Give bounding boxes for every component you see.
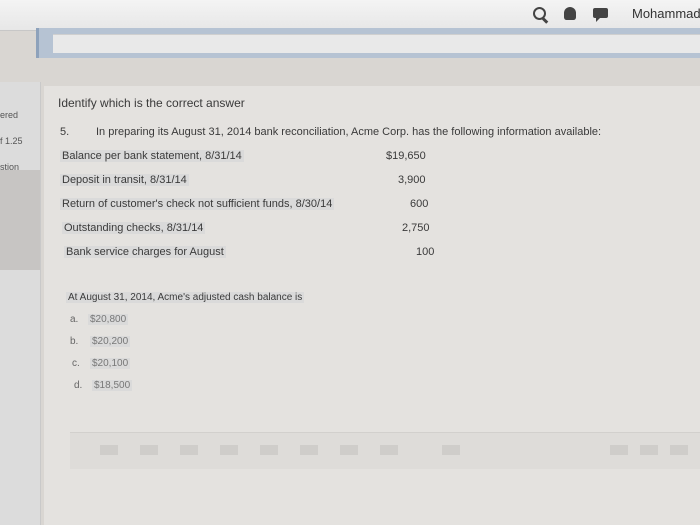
chat-icon[interactable] — [592, 6, 608, 22]
header-band — [36, 28, 700, 58]
toolbar-button[interactable] — [100, 445, 118, 455]
toolbar-button[interactable] — [380, 445, 398, 455]
toolbar-button[interactable] — [180, 445, 198, 455]
option-value: $20,200 — [90, 336, 131, 347]
toolbar-button[interactable] — [610, 445, 628, 455]
toolbar-button[interactable] — [340, 445, 358, 455]
toolbar-button[interactable] — [220, 445, 238, 455]
item-label: Balance per bank statement, 8/31/14 — [60, 150, 244, 162]
question-prompt: In preparing its August 31, 2014 bank re… — [96, 126, 602, 138]
item-value: 100 — [416, 246, 435, 258]
option-letter: b. — [70, 336, 79, 347]
instruction-text: Identify which is the correct answer — [58, 96, 245, 110]
sidebar: ered f 1.25 stion — [0, 82, 41, 525]
toolbar-button[interactable] — [300, 445, 318, 455]
item-value: 3,900 — [398, 174, 426, 186]
sidebar-label-points: f 1.25 — [0, 136, 23, 146]
top-bar-icons — [532, 6, 608, 22]
toolbar-button[interactable] — [442, 445, 460, 455]
item-label: Deposit in transit, 8/31/14 — [60, 174, 189, 186]
toolbar-button[interactable] — [670, 445, 688, 455]
toolbar-button[interactable] — [140, 445, 158, 455]
editor-toolbar — [70, 432, 700, 469]
sidebar-panel — [0, 170, 40, 270]
question-number: 5. — [60, 126, 70, 138]
option-value: $18,500 — [92, 380, 133, 391]
item-label: Outstanding checks, 8/31/14 — [62, 222, 206, 234]
header-band-inner — [53, 34, 700, 53]
item-value: 2,750 — [402, 222, 430, 234]
option-value: $20,100 — [90, 358, 131, 369]
item-label: Return of customer's check not sufficien… — [60, 198, 335, 210]
sidebar-label-question[interactable]: stion — [0, 162, 19, 172]
option-letter: d. — [74, 380, 83, 391]
option-letter: c. — [72, 358, 80, 369]
bell-icon[interactable] — [562, 6, 578, 22]
ask-text: At August 31, 2014, Acme's adjusted cash… — [66, 292, 305, 303]
item-value: 600 — [410, 198, 429, 210]
toolbar-button[interactable] — [260, 445, 278, 455]
user-name[interactable]: Mohammad — [632, 6, 700, 21]
top-bar: Mohammad — [0, 0, 700, 31]
search-icon[interactable] — [532, 6, 548, 22]
item-label: Bank service charges for August — [64, 246, 226, 258]
option-letter: a. — [70, 314, 79, 325]
item-value: $19,650 — [386, 150, 426, 162]
sidebar-label-answered: ered — [0, 110, 19, 120]
option-value: $20,800 — [88, 314, 129, 325]
toolbar-button[interactable] — [640, 445, 658, 455]
